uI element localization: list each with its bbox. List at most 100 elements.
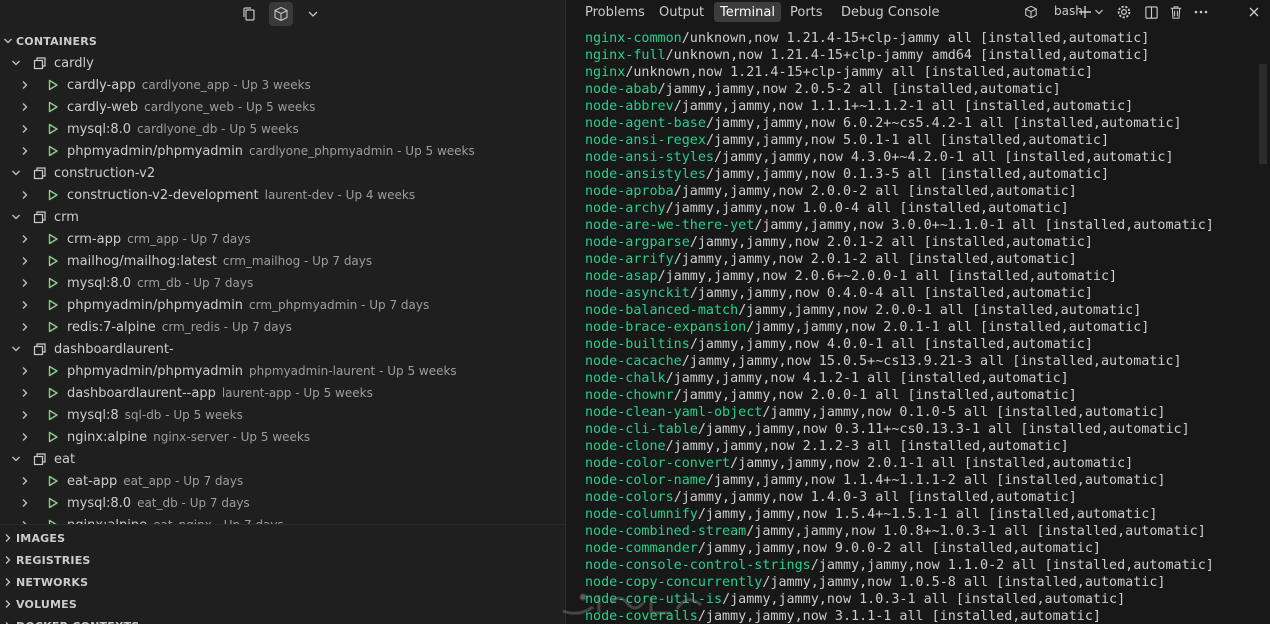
running-container-icon <box>45 319 61 335</box>
container-group[interactable]: eat <box>0 448 565 470</box>
package-name: nginx-full <box>585 48 666 63</box>
copy-icon[interactable] <box>237 2 261 26</box>
container-description: crm_mailhog - Up 7 days <box>222 254 373 268</box>
package-details: /jammy,jammy,now 2.0.0-1 all [installed,… <box>738 303 1142 318</box>
chevron-right-icon[interactable] <box>17 272 33 294</box>
terminal-line: nginx-common/unknown,now 1.21.4-15+clp-j… <box>585 30 1256 47</box>
chevron-right-icon <box>0 549 16 571</box>
container-item[interactable]: mysql:8.0 crm_db - Up 7 days <box>0 272 565 294</box>
container-item[interactable]: phpmyadmin/phpmyadmin cardlyone_phpmyadmi… <box>0 140 565 162</box>
container-item[interactable]: mysql:8.0 eat_db - Up 7 days <box>0 492 565 514</box>
chevron-right-icon[interactable] <box>17 514 33 524</box>
container-item[interactable]: redis:7-alpine crm_redis - Up 7 days <box>0 316 565 338</box>
section-docker-contexts[interactable]: DOCKER CONTEXTS <box>0 615 565 624</box>
package-details: /jammy,jammy,now 0.3.11+~cs0.13.3-1 all … <box>697 422 1190 437</box>
running-container-icon <box>45 275 61 291</box>
terminal-scrollbar[interactable] <box>1256 30 1270 624</box>
terminal-scroll-thumb[interactable] <box>1259 64 1267 164</box>
running-container-icon <box>45 517 61 524</box>
running-container-icon <box>45 253 61 269</box>
terminal-line: nginx-full/unknown,now 1.21.4-15+clp-jam… <box>585 47 1256 64</box>
chevron-right-icon[interactable] <box>17 118 33 140</box>
container-item[interactable]: mailhog/mailhog:latest crm_mailhog - Up 7… <box>0 250 565 272</box>
container-item[interactable]: crm-app crm_app - Up 7 days <box>0 228 565 250</box>
chevron-right-icon[interactable] <box>17 140 33 162</box>
container-item[interactable]: nginx:alpine nginx-server - Up 5 weeks <box>0 426 565 448</box>
tab-terminal[interactable]: Terminal <box>714 2 781 22</box>
container-item[interactable]: phpmyadmin/phpmyadmin crm_phpmyadmin - Up… <box>0 294 565 316</box>
package-name: node-chalk <box>585 371 666 386</box>
chevron-down-icon[interactable] <box>301 2 325 26</box>
container-item[interactable]: mysql:8.0 cardlyone_db - Up 5 weeks <box>0 118 565 140</box>
close-icon[interactable] <box>1245 3 1263 21</box>
terminal-line: node-color-name/jammy,jammy,now 1.1.4+~1… <box>585 472 1256 489</box>
tab-ports[interactable]: Ports <box>784 2 829 22</box>
chevron-right-icon[interactable] <box>17 492 33 514</box>
running-container-icon <box>45 385 61 401</box>
chevron-right-icon[interactable] <box>17 184 33 206</box>
container-label: phpmyadmin/phpmyadmin <box>67 297 244 313</box>
terminal-line: node-cli-table/jammy,jammy,now 0.3.11+~c… <box>585 421 1256 438</box>
section-networks[interactable]: NETWORKS <box>0 571 565 593</box>
package-details: /jammy,jammy,now 1.1.0-2 all [installed,… <box>810 558 1214 573</box>
container-group[interactable]: crm <box>0 206 565 228</box>
package-name: node-argparse <box>585 235 690 250</box>
container-label: mysql:8 <box>67 407 119 423</box>
package-details: /jammy,jammy,now 2.0.5-2 all [installed,… <box>657 82 1061 97</box>
container-item[interactable]: cardly-web cardlyone_web - Up 5 weeks <box>0 96 565 118</box>
gear-icon[interactable] <box>1115 3 1133 21</box>
chevron-right-icon[interactable] <box>17 470 33 492</box>
docker-icon[interactable] <box>269 2 293 26</box>
chevron-right-icon[interactable] <box>17 96 33 118</box>
chevron-down-icon[interactable] <box>8 162 24 184</box>
terminal-profile-icon[interactable] <box>1022 3 1040 21</box>
chevron-right-icon[interactable] <box>17 360 33 382</box>
chevron-right-icon[interactable] <box>17 228 33 250</box>
container-item[interactable]: dashboardlaurent--app laurent-app - Up 5 … <box>0 382 565 404</box>
terminal-line: node-clean-yaml-object/jammy,jammy,now 0… <box>585 404 1256 421</box>
container-item[interactable]: mysql:8 sql-db - Up 5 weeks <box>0 404 565 426</box>
package-details: /jammy,jammy,now 15.0.5+~cs13.9.21-3 all… <box>681 354 1182 369</box>
package-details: /jammy,jammy,now 2.0.1-1 all [installed,… <box>730 456 1134 471</box>
container-group[interactable]: cardly <box>0 52 565 74</box>
chevron-down-icon[interactable] <box>8 448 24 470</box>
section-registries[interactable]: REGISTRIES <box>0 549 565 571</box>
chevron-right-icon[interactable] <box>17 404 33 426</box>
container-item[interactable]: phpmyadmin/phpmyadmin phpmyadmin-laurent … <box>0 360 565 382</box>
group-label: dashboardlaurent- <box>54 341 174 357</box>
container-group[interactable]: dashboardlaurent- <box>0 338 565 360</box>
section-volumes[interactable]: VOLUMES <box>0 593 565 615</box>
chevron-down-icon[interactable] <box>8 338 24 360</box>
split-icon[interactable] <box>1142 3 1160 21</box>
chevron-down-icon[interactable] <box>1093 3 1105 21</box>
container-group[interactable]: construction-v2 <box>0 162 565 184</box>
terminal-line: nginx/unknown,now 1.21.4-15+clp-jammy al… <box>585 64 1256 81</box>
container-description: eat_db - Up 7 days <box>137 496 250 510</box>
tab-debug-console[interactable]: Debug Console <box>835 2 946 22</box>
chevron-right-icon[interactable] <box>17 316 33 338</box>
tab-output[interactable]: Output <box>653 2 710 22</box>
chevron-down-icon[interactable] <box>8 206 24 228</box>
container-item[interactable]: cardly-app cardlyone_app - Up 3 weeks <box>0 74 565 96</box>
tab-problems[interactable]: Problems <box>579 2 651 22</box>
running-container-icon <box>45 231 61 247</box>
chevron-right-icon[interactable] <box>17 426 33 448</box>
container-item[interactable]: construction-v2-development laurent-dev -… <box>0 184 565 206</box>
container-item[interactable]: eat-app eat_app - Up 7 days <box>0 470 565 492</box>
chevron-down-icon[interactable] <box>8 52 24 74</box>
chevron-right-icon[interactable] <box>17 294 33 316</box>
container-label: phpmyadmin/phpmyadmin <box>67 363 244 379</box>
chevron-right-icon[interactable] <box>17 382 33 404</box>
terminal-output[interactable]: nginx-common/unknown,now 1.21.4-15+clp-j… <box>585 30 1256 624</box>
add-icon[interactable] <box>1076 3 1094 21</box>
chevron-right-icon[interactable] <box>17 250 33 272</box>
package-name: node-chownr <box>585 388 674 403</box>
chevron-right-icon[interactable] <box>17 74 33 96</box>
compose-group-icon <box>32 165 48 181</box>
more-icon[interactable] <box>1192 3 1210 21</box>
containers-section-header[interactable]: CONTAINERS <box>0 30 565 52</box>
container-item[interactable]: nginx:alpineeat_nginx - Up 7 days <box>0 514 565 524</box>
trash-icon[interactable] <box>1167 3 1185 21</box>
section-images[interactable]: IMAGES <box>0 527 565 549</box>
package-name: node-colors <box>585 490 674 505</box>
